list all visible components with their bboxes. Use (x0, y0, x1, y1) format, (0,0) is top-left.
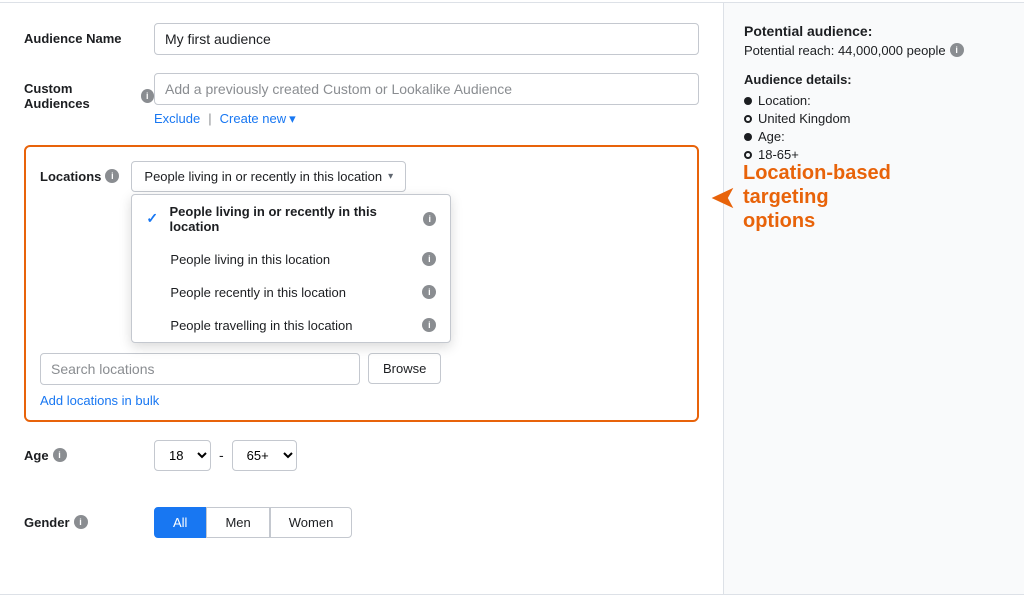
age-selects-row: 18 - 65+ (154, 440, 699, 471)
create-new-button[interactable]: Create new ▾ (220, 111, 296, 127)
sidebar-area: Potential audience: Potential reach: 44,… (724, 3, 1024, 594)
detail-age-header: Age: (744, 129, 1004, 144)
gender-label: Gender i (24, 507, 154, 530)
custom-audiences-info-icon[interactable]: i (141, 89, 154, 103)
gender-control: All Men Women (154, 507, 699, 556)
custom-audiences-control: Exclude | Create new ▾ (154, 73, 699, 127)
gender-buttons: All Men Women (154, 507, 699, 538)
custom-audiences-label: Custom Audiences i (24, 73, 154, 111)
option-info-icon-3[interactable]: i (422, 285, 436, 299)
audience-name-input[interactable] (154, 23, 699, 55)
check-icon: ✓ (146, 210, 161, 227)
bullet-open-icon-2 (744, 151, 752, 159)
option-info-icon-2[interactable]: i (422, 252, 436, 266)
age-from-select[interactable]: 18 (154, 440, 211, 471)
bullet-filled-icon-2 (744, 133, 752, 141)
gender-men-button[interactable]: Men (206, 507, 269, 538)
custom-audiences-row: Custom Audiences i Exclude | Create new … (24, 73, 699, 127)
modal-dialog: Create a saved audience × Audience Name (0, 0, 1024, 598)
modal-body: Audience Name Custom Audiences i (0, 3, 1024, 594)
location-content: People living in or recently in this loc… (131, 161, 683, 343)
dropdown-item-living-or-recently[interactable]: ✓ People living in or recently in this l… (132, 195, 450, 243)
bullet-open-icon (744, 115, 752, 123)
gender-all-button[interactable]: All (154, 507, 206, 538)
dropdown-arrow-icon: ▾ (388, 171, 393, 182)
gender-row: Gender i All Men Women (24, 507, 699, 556)
locations-info-icon[interactable]: i (105, 169, 119, 183)
gender-women-button[interactable]: Women (270, 507, 353, 538)
browse-button[interactable]: Browse (368, 353, 441, 384)
location-dropdown-menu: ✓ People living in or recently in this l… (131, 194, 451, 343)
potential-title: Potential audience: (744, 23, 1004, 39)
potential-reach: Potential reach: 44,000,000 people i (744, 43, 1004, 58)
option-info-icon-4[interactable]: i (422, 318, 436, 332)
locations-box: Locations i People living in or recently… (24, 145, 699, 422)
modal-backdrop: Create a saved audience × Audience Name (0, 0, 1024, 598)
detail-location-value: United Kingdom (744, 111, 1004, 126)
age-to-select[interactable]: 65+ (232, 440, 297, 471)
custom-audiences-input[interactable] (154, 73, 699, 105)
gender-info-icon[interactable]: i (74, 515, 88, 529)
location-search-input[interactable] (40, 353, 360, 385)
detail-age-value: 18-65+ (744, 147, 1004, 162)
dropdown-item-living[interactable]: People living in this location i (132, 243, 450, 276)
audience-name-label: Audience Name (24, 23, 154, 46)
detail-location-header: Location: (744, 93, 1004, 108)
location-search-row: Browse (40, 353, 683, 385)
audience-name-control (154, 23, 699, 55)
exclude-button[interactable]: Exclude (154, 111, 200, 127)
dropdown-item-recently[interactable]: People recently in this location i (132, 276, 450, 309)
modal-footer: Cancel Create Saved Audience (0, 594, 1024, 598)
form-area: Audience Name Custom Audiences i (0, 3, 724, 594)
exclude-row: Exclude | Create new ▾ (154, 111, 699, 127)
option-info-icon-1[interactable]: i (423, 212, 436, 226)
locations-row: Locations i People living in or recently… (40, 161, 683, 343)
age-info-icon[interactable]: i (53, 448, 67, 462)
age-control: 18 - 65+ (154, 440, 699, 489)
dropdown-item-travelling[interactable]: People travelling in this location i (132, 309, 450, 342)
audience-name-row: Audience Name (24, 23, 699, 55)
age-label: Age i (24, 440, 154, 463)
age-row: Age i 18 - 65+ (24, 440, 699, 489)
bullet-filled-icon (744, 97, 752, 105)
add-bulk-button[interactable]: Add locations in bulk (40, 393, 159, 408)
potential-reach-info-icon[interactable]: i (950, 43, 964, 57)
locations-label: Locations i (40, 161, 119, 184)
audience-details-title: Audience details: (744, 72, 1004, 87)
audience-details-list: Location: United Kingdom Age: 18-65+ (744, 93, 1004, 162)
location-type-dropdown[interactable]: People living in or recently in this loc… (131, 161, 406, 192)
